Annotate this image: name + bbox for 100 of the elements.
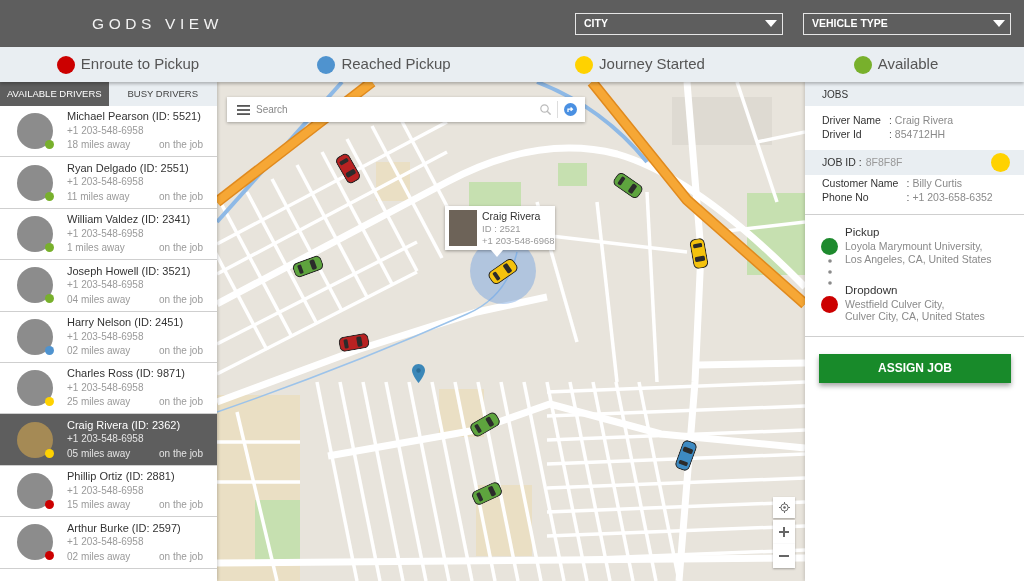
driver-name: Michael Pearson (ID: 5521) [67, 109, 202, 124]
driver-list-item[interactable]: Ryan Delgado (ID: 2551) +1 203-548-6958 11 miles away on the job [0, 157, 217, 209]
car-icon[interactable] [689, 236, 709, 270]
app-title: GODS VIEW [92, 13, 223, 34]
park-area [558, 163, 587, 186]
stop-address: Loyola Marymount University, Los Angeles, CA, United States [845, 240, 993, 265]
field-value: Craig Rivera [894, 113, 955, 127]
driver-phone: +1 203-548-6958 [67, 226, 145, 241]
driver-list-item[interactable]: Phillip Ortiz (ID: 2881) +1 203-548-6958 15 miles away on the job [0, 465, 217, 518]
driver-phone: +1 203-548-6958 [67, 175, 145, 190]
driver-phone: +1 203-548-6958 [67, 123, 145, 138]
car-icon[interactable] [291, 253, 325, 279]
driver-phone: +1 203-548-6958 [67, 329, 145, 344]
park-area [469, 182, 521, 208]
driver-distance: 18 miles away [67, 138, 131, 153]
driver-phone: +1 203-548-6958 [67, 483, 145, 498]
car-icon[interactable] [468, 410, 502, 438]
locate-button[interactable] [773, 497, 795, 518]
assign-job-button[interactable]: ASSIGN JOB [819, 353, 1011, 383]
field-value: 8F8F8F [865, 154, 903, 170]
caret-icon [993, 20, 1005, 27]
avatar-placeholder [17, 164, 53, 201]
driver-list-item[interactable]: Harry Nelson (ID: 2451) +1 203-548-6958 02 miles away on the job [0, 311, 217, 363]
turn-arrow-icon[interactable] [564, 103, 577, 116]
search-bar[interactable]: Search [227, 97, 585, 122]
avatar-placeholder [17, 472, 53, 509]
photo-placeholder [449, 210, 477, 246]
driver-name: William Valdez (ID: 2341) [67, 212, 192, 227]
driver-list-item[interactable]: Joseph Howell (ID: 3521) +1 203-548-6958 04 miles away on the job [0, 260, 217, 312]
field-separator: : [906, 190, 911, 204]
crosshair-icon [778, 502, 790, 513]
driver-distance: 04 miles away [67, 292, 131, 307]
driver-distance: 11 miles away [67, 189, 130, 204]
driver-distance: 15 miles away [67, 498, 131, 513]
field-label: Driver Name [822, 113, 882, 127]
field-value: 854712HH [894, 127, 947, 141]
field-separator: : [888, 127, 893, 141]
avatar-placeholder [17, 370, 53, 407]
field-label: Driver Id [822, 127, 863, 141]
driver-distance: 02 miles away [67, 549, 131, 564]
legend-label: Reached Pickup [341, 54, 451, 75]
filter-dropdown[interactable]: VEHICLE TYPE [803, 12, 1011, 35]
driver-phone: +1 203-548-6958 [67, 278, 145, 293]
field-value: Billy Curtis [912, 177, 963, 191]
field-label: Phone No [822, 190, 870, 204]
driver-phone: +1 203-548-6958 [67, 535, 145, 550]
legend-label: Journey Started [599, 54, 705, 75]
driver-status: on the job [159, 446, 203, 461]
dotted-connector [826, 259, 833, 285]
menu-icon[interactable] [237, 104, 250, 115]
field-value: +1 203-658-6352 [912, 190, 994, 204]
filter-dropdown[interactable]: CITY [575, 12, 783, 35]
zoom-out-button[interactable] [773, 544, 795, 568]
field-label: JOB ID : [822, 154, 862, 170]
zoom-in-button[interactable] [773, 520, 795, 544]
driver-status: on the job [159, 498, 203, 513]
car-icon[interactable] [337, 332, 371, 352]
stop-label: Dropdown [845, 282, 899, 298]
avatar-placeholder [17, 524, 53, 561]
driver-distance: 25 miles away [67, 395, 131, 410]
driver-name: Phillip Ortiz (ID: 2881) [67, 469, 176, 484]
driver-list-item[interactable]: William Valdez (ID: 2341) +1 203-548-6958 1 miles away on the job [0, 208, 217, 261]
driver-status: on the job [159, 138, 203, 153]
field-separator: : [888, 113, 893, 127]
tab[interactable]: AVAILABLE DRIVERS [0, 82, 109, 106]
minus-icon [779, 555, 789, 557]
driver-name: Craig Rivera [482, 210, 542, 223]
driver-status: on the job [159, 344, 203, 358]
driver-list-item[interactable]: Craig Rivera (ID: 2362) +1 203-548-6958 05 miles away on the job [0, 414, 217, 466]
driver-phone: +1 203-548-6968 [482, 235, 555, 247]
avatar-placeholder [17, 113, 53, 150]
tab[interactable]: BUSY DRIVERS [108, 82, 217, 106]
avatar-placeholder [17, 318, 53, 355]
search-field[interactable]: Search [256, 102, 534, 117]
driver-name: Joseph Howell (ID: 3521) [67, 263, 192, 279]
driver-status: on the job [159, 241, 203, 256]
avatar-placeholder [17, 215, 53, 252]
panel-title: JOBS [805, 82, 1024, 106]
park-area [255, 500, 300, 560]
field-label: Customer Name [822, 177, 900, 191]
caret-icon [765, 20, 777, 27]
driver-id: ID : 2521 [482, 223, 522, 235]
driver-list-item[interactable]: Arthur Burke (ID: 2597) +1 203-548-6958 02 miles away on the job [0, 517, 217, 569]
driver-distance: 05 miles away [67, 446, 131, 461]
driver-name: Craig Rivera (ID: 2362) [67, 417, 182, 433]
stop-label: Pickup [845, 225, 881, 240]
avatar-placeholder [17, 267, 53, 304]
driver-phone: +1 203-548-6958 [67, 432, 145, 447]
car-icon[interactable] [334, 151, 362, 185]
driver-list-item[interactable]: Michael Pearson (ID: 5521) +1 203-548-6958 18 miles away on the job [0, 106, 217, 158]
map-pin-icon[interactable] [412, 364, 425, 383]
legend-label: Enroute to Pickup [80, 54, 200, 75]
driver-status: on the job [159, 189, 203, 204]
driver-distance: 02 miles away [67, 344, 131, 358]
legend-label: Available [877, 54, 939, 75]
stop-address: Westfield Culver City, Culver City, CA, United States [845, 297, 986, 323]
driver-name: Charles Ross (ID: 9871) [67, 366, 186, 381]
driver-status: on the job [159, 395, 203, 410]
plus-icon [779, 527, 789, 537]
driver-status: on the job [159, 292, 203, 307]
